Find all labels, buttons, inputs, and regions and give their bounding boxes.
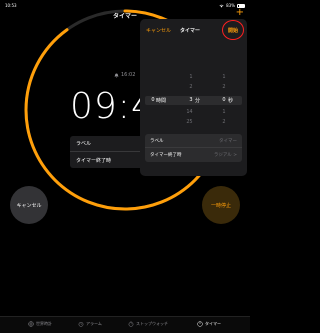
when-timer-ends-text: タイマー終了時 bbox=[76, 157, 112, 164]
new-timer-popover: キャンセル タイマー 開始 0 時間 1 2 1 2 3 分 4 5 1 2 0… bbox=[140, 19, 247, 176]
label-row-text: ラベル bbox=[76, 141, 92, 147]
popover-settings-list: ラベル タイマー タイマー終了時 ラジアル > bbox=[145, 134, 242, 162]
tab-stopwatch[interactable]: ストップウォッチ bbox=[128, 321, 168, 327]
picker-value: 2 bbox=[222, 84, 226, 90]
stopwatch-icon bbox=[128, 321, 134, 327]
picker-value: 1 bbox=[189, 74, 193, 80]
tab-alarm[interactable]: アラーム bbox=[78, 321, 102, 327]
cancel-button-label: キャンセル bbox=[16, 202, 42, 209]
popover-when-ends-text: タイマー終了時 bbox=[150, 153, 182, 158]
pause-button-label: 一時停止 bbox=[210, 202, 231, 209]
start-button[interactable]: 開始 bbox=[222, 20, 244, 40]
tab-label: アラーム bbox=[86, 321, 102, 326]
tab-world-clock[interactable]: 世界時計 bbox=[28, 321, 52, 327]
seconds-column[interactable]: 1 2 0 秒 1 2 bbox=[213, 71, 245, 131]
minutes-unit: 分 bbox=[195, 98, 201, 104]
minutes-column[interactable]: 1 2 3 分 4 5 bbox=[180, 71, 212, 131]
settings-list: ラベル タイマー終了時 bbox=[70, 136, 150, 168]
globe-icon bbox=[28, 321, 34, 327]
alarm-icon bbox=[78, 321, 84, 327]
cancel-button[interactable]: キャンセル bbox=[10, 186, 48, 224]
tab-timer[interactable]: タイマー bbox=[197, 321, 221, 327]
tab-label: ストップウォッチ bbox=[136, 321, 168, 326]
popover-label-value: タイマー bbox=[219, 138, 237, 144]
pause-button[interactable]: 一時停止 bbox=[202, 186, 240, 224]
hours-unit: 時間 bbox=[156, 98, 167, 104]
popover-header: キャンセル タイマー 開始 bbox=[140, 19, 247, 41]
picker-value: 5 bbox=[189, 119, 193, 125]
when-timer-ends-row[interactable]: タイマー終了時 bbox=[70, 152, 150, 168]
picker-value: 2 bbox=[222, 119, 226, 125]
tab-bar: 世界時計 アラーム ストップウォッチ タイマー bbox=[0, 316, 250, 333]
timer-icon bbox=[197, 321, 203, 327]
popover-cancel-button[interactable]: キャンセル bbox=[146, 27, 171, 34]
popover-label-row[interactable]: ラベル タイマー bbox=[145, 134, 242, 148]
duration-picker[interactable]: 0 時間 1 2 1 2 3 分 4 5 1 2 0 秒 1 2 bbox=[140, 71, 247, 131]
start-button-label: 開始 bbox=[227, 27, 238, 34]
picker-value: 1 bbox=[222, 74, 226, 80]
bell-icon bbox=[114, 73, 119, 77]
alarm-time: 16:02 bbox=[121, 72, 136, 78]
popover-when-ends-row[interactable]: タイマー終了時 ラジアル > bbox=[145, 148, 242, 162]
hours-column[interactable]: 0 時間 1 2 bbox=[146, 71, 189, 131]
picker-value: 4 bbox=[189, 109, 193, 115]
popover-label-text: ラベル bbox=[150, 138, 164, 144]
picker-value: 1 bbox=[222, 109, 226, 115]
popover-when-ends-value: ラジアル > bbox=[213, 153, 237, 158]
picker-value: 2 bbox=[189, 84, 193, 90]
seconds-unit: 秒 bbox=[228, 98, 234, 104]
popover-title: タイマー bbox=[180, 28, 201, 34]
tab-label: 世界時計 bbox=[36, 321, 52, 326]
label-row[interactable]: ラベル bbox=[70, 136, 150, 152]
alarm-line: 16:02 bbox=[114, 72, 135, 78]
tab-label: タイマー bbox=[205, 321, 221, 326]
